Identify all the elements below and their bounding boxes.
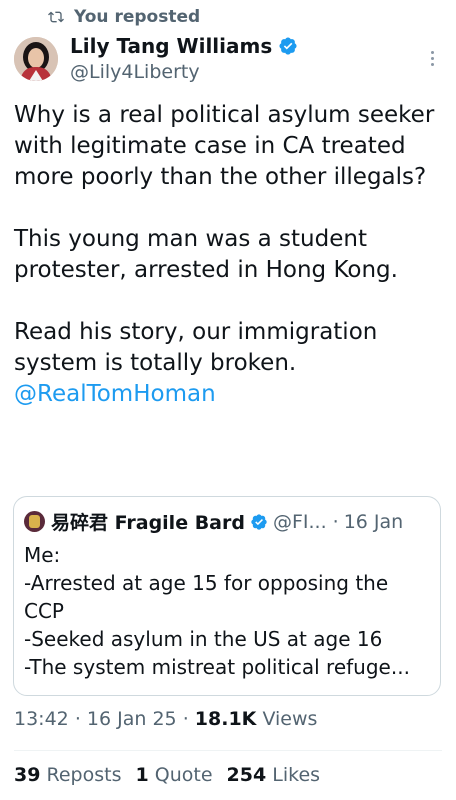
tweet-paragraph: This young man was a student protester, … bbox=[14, 226, 398, 283]
divider bbox=[14, 750, 442, 751]
verified-badge-icon bbox=[251, 513, 267, 530]
reposts-count: 39 bbox=[14, 764, 41, 786]
avatar-image bbox=[14, 37, 58, 81]
quote-separator: · bbox=[332, 510, 339, 533]
repost-icon bbox=[48, 11, 64, 23]
quote-line: Me: bbox=[24, 543, 61, 567]
quote-line: -Arrested at age 15 for opposing the bbox=[24, 571, 389, 595]
likes-stat[interactable]: 254 Likes bbox=[227, 764, 321, 786]
quote-line: CCP bbox=[24, 599, 64, 623]
meta-separator: · bbox=[182, 708, 189, 730]
tweet-text: Why is a real political asylum seeker wi… bbox=[14, 100, 444, 410]
engagement-stats: 39 Reposts 1 Quote 254 Likes bbox=[14, 764, 320, 786]
reposts-stat[interactable]: 39 Reposts bbox=[14, 764, 121, 786]
more-options-icon[interactable] bbox=[424, 47, 440, 69]
quotes-label: Quote bbox=[154, 764, 213, 786]
likes-count: 254 bbox=[226, 764, 267, 786]
quote-text: Me: -Arrested at age 15 for opposing the… bbox=[24, 541, 434, 681]
repost-indicator: You reposted bbox=[48, 5, 200, 29]
likes-label: Likes bbox=[272, 764, 321, 786]
tweet-paragraph: Read his story, our immigration system i… bbox=[14, 319, 378, 376]
author-name[interactable]: Lily Tang Williams bbox=[70, 34, 272, 58]
mention-link[interactable]: @RealTomHoman bbox=[14, 381, 216, 407]
tweet-date[interactable]: 16 Jan 25 bbox=[87, 708, 177, 730]
quote-line: -Seeked asylum in the US at age 16 bbox=[24, 627, 383, 651]
avatar[interactable] bbox=[14, 37, 58, 81]
tweet-paragraph: Why is a real political asylum seeker wi… bbox=[14, 102, 435, 190]
quotes-count: 1 bbox=[135, 764, 149, 786]
quote-date: 16 Jan bbox=[343, 510, 404, 533]
quotes-stat[interactable]: 1 Quote bbox=[135, 764, 212, 786]
tweet-meta: 13:42 · 16 Jan 25 · 18.1K Views bbox=[14, 708, 317, 730]
quote-author-handle: @FI... bbox=[272, 510, 327, 533]
quote-avatar bbox=[24, 511, 45, 532]
author-handle[interactable]: @Lily4Liberty bbox=[70, 61, 200, 83]
quote-author-name: 易碎君 Fragile Bard bbox=[51, 512, 245, 534]
quote-header: 易碎君 Fragile Bard @FI... · 16 Jan bbox=[24, 508, 403, 535]
reposts-label: Reposts bbox=[46, 764, 122, 786]
quote-line: -The system mistreat political refuge... bbox=[24, 655, 410, 679]
views-label: Views bbox=[262, 708, 318, 730]
verified-badge-icon bbox=[279, 37, 297, 55]
tweet-time[interactable]: 13:42 bbox=[14, 708, 69, 730]
repost-label: You reposted bbox=[74, 7, 201, 27]
meta-separator: · bbox=[74, 708, 81, 730]
quote-tweet-card[interactable]: 易碎君 Fragile Bard @FI... · 16 Jan Me: -Ar… bbox=[13, 496, 441, 696]
author-name-row: Lily Tang Williams bbox=[70, 34, 298, 58]
views-count: 18.1K bbox=[194, 708, 257, 730]
